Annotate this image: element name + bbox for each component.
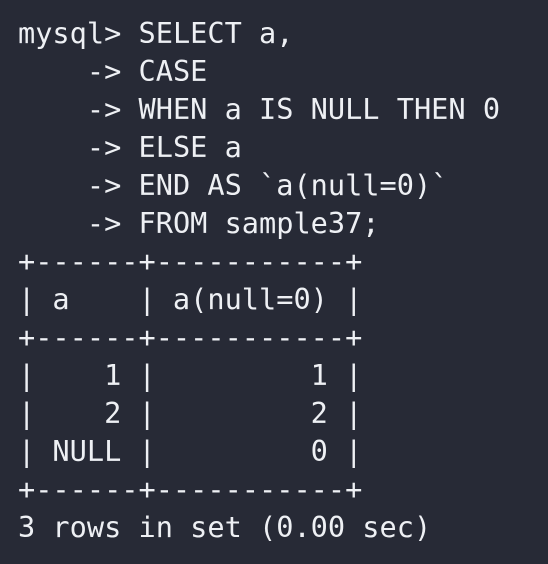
- result-summary: 3 rows in set (0.00 sec): [18, 510, 432, 544]
- query-line: -> ELSE a: [18, 128, 548, 166]
- continuation-prompt: ->: [18, 92, 139, 126]
- continuation-prompt: ->: [18, 54, 139, 88]
- table-border-top: +------+-----------+: [18, 244, 363, 278]
- table-border-mid: +------+-----------+: [18, 320, 363, 354]
- query-text: WHEN a IS NULL THEN 0: [138, 92, 501, 126]
- terminal-window[interactable]: mysql> SELECT a, -> CASE -> WHEN a IS NU…: [0, 0, 548, 564]
- query-text: END AS `a(null=0)`: [138, 168, 449, 202]
- table-row: | NULL | 0 |: [18, 434, 363, 468]
- query-line: -> END AS `a(null=0)`: [18, 166, 548, 204]
- query-text: FROM sample37;: [138, 206, 380, 240]
- continuation-prompt: ->: [18, 130, 139, 164]
- query-line: mysql> SELECT a,: [18, 14, 548, 52]
- continuation-prompt: ->: [18, 168, 139, 202]
- query-text: ELSE a: [138, 130, 242, 164]
- query-text: SELECT a,: [138, 16, 294, 50]
- query-line: -> WHEN a IS NULL THEN 0: [18, 90, 548, 128]
- table-border-bottom: +------+-----------+: [18, 472, 363, 506]
- table-header: | a | a(null=0) |: [18, 282, 363, 316]
- query-line: -> CASE: [18, 52, 548, 90]
- mysql-prompt: mysql>: [18, 16, 139, 50]
- query-text: CASE: [138, 54, 208, 88]
- table-row: | 2 | 2 |: [18, 396, 363, 430]
- table-row: | 1 | 1 |: [18, 358, 363, 392]
- continuation-prompt: ->: [18, 206, 139, 240]
- query-line: -> FROM sample37;: [18, 204, 548, 242]
